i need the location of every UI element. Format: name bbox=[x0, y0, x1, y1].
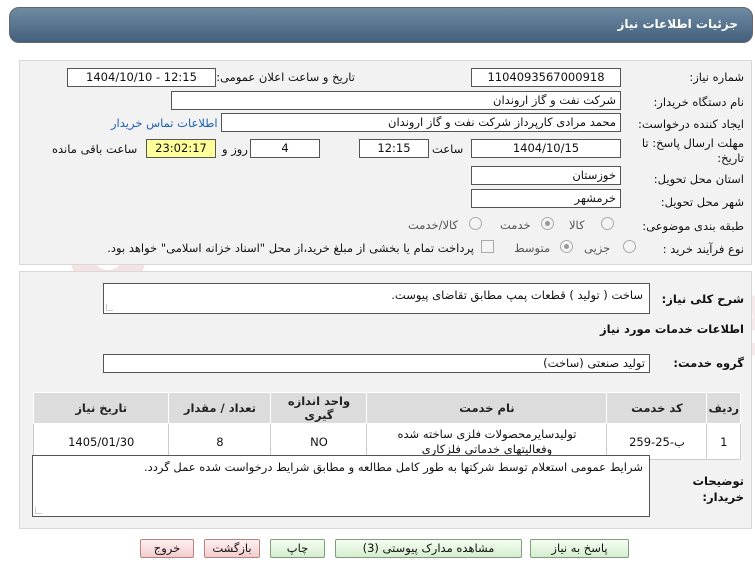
cell-row-number: 1 bbox=[706, 423, 741, 460]
services-section-title: اطلاعات خدمات مورد نیاز bbox=[600, 322, 744, 336]
page-title: جزئیات اطلاعات نیاز bbox=[617, 17, 738, 31]
buyer-notes-text: شرایط عمومی استعلام توسط شرکتها به طور ک… bbox=[144, 460, 643, 474]
description-field: ساخت ( تولید ) قطعات پمپ مطابق تقاضای پی… bbox=[103, 283, 650, 314]
buyer-notes-label: توضیحات خریدار: bbox=[692, 474, 745, 504]
process-radio-medium[interactable] bbox=[560, 240, 573, 253]
category-option-goods: کالا bbox=[569, 218, 585, 232]
category-radio-goods-service[interactable] bbox=[469, 217, 482, 230]
contact-buyer-link[interactable]: اطلاعات تماس خریدار bbox=[111, 116, 218, 130]
payment-note: پرداخت تمام یا بخشی از مبلغ خرید،از محل … bbox=[107, 241, 474, 255]
process-radio-minor[interactable] bbox=[623, 240, 636, 253]
col-header-need-date: تاریخ نیاز bbox=[32, 392, 170, 424]
remaining-label: ساعت باقی مانده bbox=[52, 142, 138, 156]
col-header-row-number: ردیف bbox=[706, 392, 741, 424]
deadline-date-field: 1404/10/15 bbox=[471, 139, 621, 158]
page-header: جزئیات اطلاعات نیاز bbox=[9, 7, 753, 43]
buyer-org-field: شرکت نفت و گاز اروندان bbox=[171, 91, 621, 110]
announce-field: 1404/10/10 - 12:15 bbox=[67, 68, 216, 87]
province-field: خوزستان bbox=[471, 166, 621, 185]
category-radio-service[interactable] bbox=[541, 217, 554, 230]
services-table: ردیف کد خدمت نام خدمت واحد اندازه گیری ت… bbox=[32, 392, 741, 460]
back-button[interactable]: بازگشت bbox=[204, 539, 260, 558]
days-label: روز و bbox=[222, 142, 248, 156]
city-label: شهر محل تحویل: bbox=[660, 195, 744, 209]
buyer-org-label: نام دستگاه خریدار: bbox=[653, 95, 744, 109]
exit-button[interactable]: خروج bbox=[140, 539, 194, 558]
treasury-checkbox[interactable] bbox=[481, 240, 494, 253]
col-header-service-name: نام خدمت bbox=[366, 392, 608, 424]
resize-handle-icon[interactable] bbox=[106, 304, 113, 311]
print-button[interactable]: چاپ bbox=[270, 539, 325, 558]
description-label: شرح کلی نیاز: bbox=[661, 292, 744, 306]
col-header-quantity: تعداد / مقدار bbox=[168, 392, 272, 424]
deadline-label: مهلت ارسال پاسخ: تا تاریخ: bbox=[641, 136, 744, 165]
creator-field: محمد مرادی کارپرداز شرکت نفت و گاز اروند… bbox=[221, 113, 621, 132]
time-label: ساعت bbox=[432, 142, 464, 156]
need-number-label: شماره نیاز: bbox=[689, 70, 744, 84]
days-field: 4 bbox=[250, 139, 320, 158]
resize-handle-icon[interactable] bbox=[35, 507, 42, 514]
province-label: استان محل تحویل: bbox=[653, 172, 744, 186]
process-label: نوع فرآیند خرید : bbox=[662, 242, 744, 256]
city-field: خرمشهر bbox=[471, 189, 621, 208]
category-option-goods-service: کالا/خدمت bbox=[408, 218, 459, 232]
creator-label: ایجاد کننده درخواست: bbox=[638, 117, 744, 131]
remaining-time-field: 23:02:17 bbox=[146, 139, 216, 158]
announce-label: تاریخ و ساعت اعلان عمومی: bbox=[216, 70, 355, 84]
view-attachments-button[interactable]: مشاهده مدارک پیوستی (3) bbox=[335, 539, 522, 558]
col-header-unit: واحد اندازه گیری bbox=[270, 392, 368, 424]
reply-button[interactable]: پاسخ به نیاز bbox=[530, 539, 629, 558]
deadline-time-field: 12:15 bbox=[359, 139, 429, 158]
process-option-minor: جزیی bbox=[584, 241, 611, 255]
service-group-label: گروه خدمت: bbox=[673, 356, 744, 370]
need-number-field: 1104093567000918 bbox=[471, 68, 621, 87]
service-group-field: تولید صنعتی (ساخت) bbox=[103, 354, 650, 373]
category-radio-goods[interactable] bbox=[601, 217, 614, 230]
process-option-medium: متوسط bbox=[514, 241, 551, 255]
category-label: طبقه بندی موضوعی: bbox=[642, 219, 744, 233]
description-text: ساخت ( تولید ) قطعات پمپ مطابق تقاضای پی… bbox=[391, 288, 643, 302]
category-option-service: خدمت bbox=[500, 218, 531, 232]
table-header-row: ردیف کد خدمت نام خدمت واحد اندازه گیری ت… bbox=[32, 392, 741, 424]
col-header-service-code: کد خدمت bbox=[606, 392, 708, 424]
buyer-notes-field: شرایط عمومی استعلام توسط شرکتها به طور ک… bbox=[32, 455, 650, 517]
